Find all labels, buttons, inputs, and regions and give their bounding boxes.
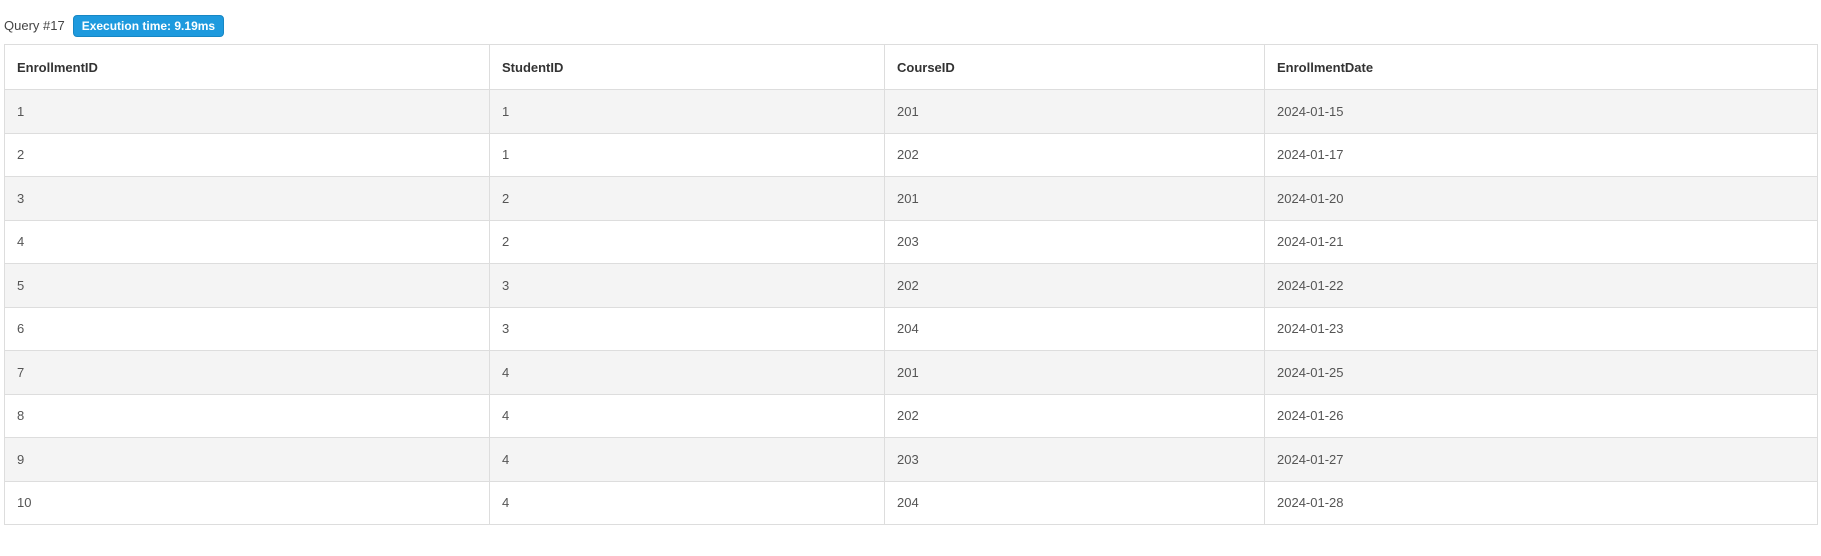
table-cell: 2024-01-27 — [1264, 437, 1818, 482]
table-cell: 2 — [4, 132, 490, 177]
table-cell: 3 — [4, 176, 490, 221]
column-header-courseid: CourseID — [884, 44, 1265, 90]
table-cell: 4 — [489, 437, 885, 482]
table-cell: 2024-01-22 — [1264, 263, 1818, 308]
table-cell: 4 — [489, 393, 885, 438]
execution-time-badge: Execution time: 9.19ms — [72, 14, 225, 37]
table-cell: 4 — [489, 350, 885, 395]
table-cell: 4 — [4, 219, 490, 264]
table-cell: 201 — [884, 176, 1265, 221]
table-cell: 10 — [4, 480, 490, 525]
table-row: 8 4 202 2024-01-26 — [4, 393, 1818, 438]
query-label: Query #17 — [4, 18, 65, 33]
table-cell: 202 — [884, 263, 1265, 308]
table-row: 5 3 202 2024-01-22 — [4, 263, 1818, 308]
table-row: 3 2 201 2024-01-20 — [4, 176, 1818, 221]
table-cell: 5 — [4, 263, 490, 308]
table-cell: 1 — [489, 132, 885, 177]
query-header: Query #17 Execution time: 9.19ms — [4, 14, 225, 37]
table-cell: 7 — [4, 350, 490, 395]
table-cell: 8 — [4, 393, 490, 438]
table-cell: 202 — [884, 132, 1265, 177]
table-cell: 2024-01-20 — [1264, 176, 1818, 221]
table-cell: 2 — [489, 176, 885, 221]
table-cell: 204 — [884, 306, 1265, 351]
table-row: 2 1 202 2024-01-17 — [4, 132, 1818, 177]
table-row: 6 3 204 2024-01-23 — [4, 306, 1818, 351]
table-cell: 204 — [884, 480, 1265, 525]
table-cell: 2024-01-15 — [1264, 89, 1818, 134]
table-cell: 4 — [489, 480, 885, 525]
table-cell: 201 — [884, 89, 1265, 134]
results-table: EnrollmentID StudentID CourseID Enrollme… — [4, 44, 1818, 525]
table-cell: 203 — [884, 437, 1265, 482]
table-cell: 203 — [884, 219, 1265, 264]
table-cell: 3 — [489, 306, 885, 351]
table-cell: 1 — [489, 89, 885, 134]
table-cell: 1 — [4, 89, 490, 134]
table-row: 9 4 203 2024-01-27 — [4, 437, 1818, 482]
table-row: 10 4 204 2024-01-28 — [4, 480, 1818, 525]
table-cell: 2024-01-17 — [1264, 132, 1818, 177]
table-cell: 202 — [884, 393, 1265, 438]
table-cell: 9 — [4, 437, 490, 482]
column-header-enrollmentdate: EnrollmentDate — [1264, 44, 1818, 90]
table-row: 1 1 201 2024-01-15 — [4, 89, 1818, 134]
table-cell: 2024-01-23 — [1264, 306, 1818, 351]
table-cell: 2 — [489, 219, 885, 264]
table-header-row: EnrollmentID StudentID CourseID Enrollme… — [4, 44, 1818, 90]
table-cell: 6 — [4, 306, 490, 351]
table-cell: 2024-01-28 — [1264, 480, 1818, 525]
column-header-studentid: StudentID — [489, 44, 885, 90]
table-cell: 3 — [489, 263, 885, 308]
table-row: 7 4 201 2024-01-25 — [4, 350, 1818, 395]
table-cell: 2024-01-21 — [1264, 219, 1818, 264]
table-cell: 2024-01-25 — [1264, 350, 1818, 395]
table-cell: 201 — [884, 350, 1265, 395]
table-cell: 2024-01-26 — [1264, 393, 1818, 438]
table-row: 4 2 203 2024-01-21 — [4, 219, 1818, 264]
column-header-enrollmentid: EnrollmentID — [4, 44, 490, 90]
